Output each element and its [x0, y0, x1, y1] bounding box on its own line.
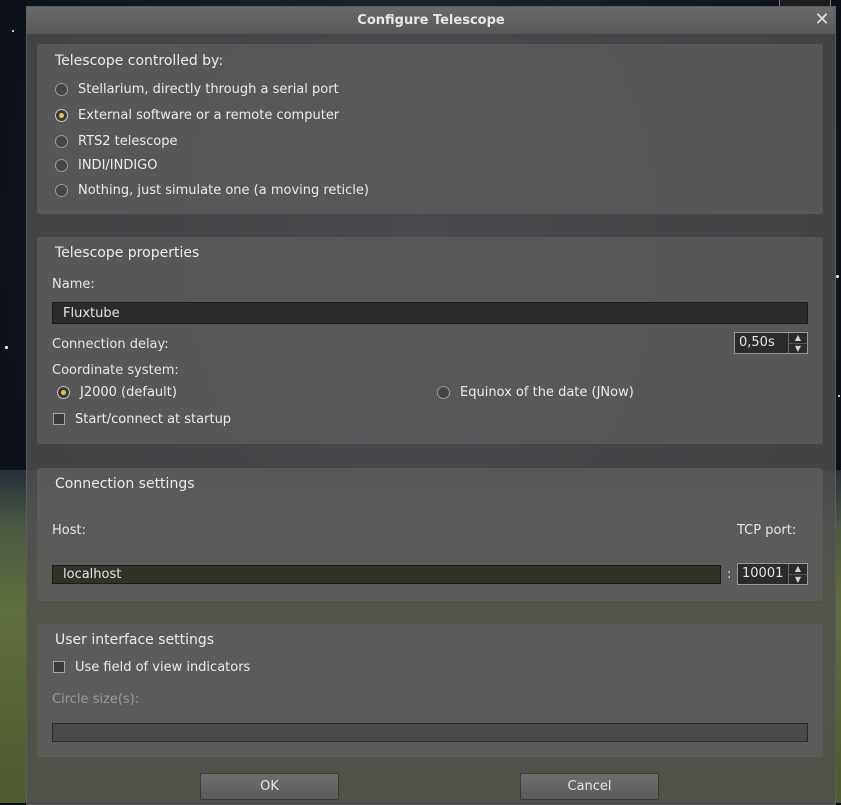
star: [838, 395, 840, 397]
radio-label: External software or a remote computer: [78, 107, 340, 123]
coordinate-system-label: Coordinate system:: [52, 363, 179, 378]
title-bar[interactable]: Configure Telescope ✕: [27, 7, 835, 34]
chevron-down-icon[interactable]: ▼: [789, 575, 807, 585]
group-controlled-by: Telescope controlled by: Stellarium, dir…: [37, 44, 823, 214]
dialog-title: Configure Telescope: [357, 13, 505, 28]
name-input[interactable]: [52, 302, 808, 324]
checkbox[interactable]: [53, 661, 65, 673]
tcp-port-label: TCP port:: [737, 523, 797, 538]
circle-size-input[interactable]: [52, 723, 808, 742]
radio-label: INDI/INDIGO: [78, 157, 158, 173]
chevron-up-icon[interactable]: ▲: [789, 333, 807, 344]
group-title-connection: Connection settings: [55, 476, 195, 492]
chevron-down-icon[interactable]: ▼: [789, 344, 807, 354]
tcp-port-spinbox[interactable]: 10001 ▲ ▼: [737, 563, 808, 585]
radio-rts2[interactable]: RTS2 telescope: [55, 131, 178, 151]
spin-arrows: ▲ ▼: [788, 564, 807, 584]
radio-button[interactable]: [55, 82, 68, 96]
radio-indi[interactable]: INDI/INDIGO: [55, 155, 158, 175]
spin-arrows: ▲ ▼: [788, 333, 807, 353]
group-title-ui: User interface settings: [55, 632, 215, 648]
radio-label: J2000 (default): [80, 384, 177, 400]
close-icon[interactable]: ✕: [813, 11, 831, 29]
configure-telescope-dialog: Configure Telescope ✕ Telescope controll…: [26, 6, 836, 805]
cancel-button[interactable]: Cancel: [520, 773, 659, 800]
checkbox-startup[interactable]: Start/connect at startup: [53, 409, 231, 429]
radio-j2000[interactable]: J2000 (default): [57, 382, 177, 402]
connection-delay-spinbox[interactable]: 0,50s ▲ ▼: [734, 332, 808, 354]
group-title-controlled-by: Telescope controlled by:: [55, 53, 224, 69]
checkbox-fov-indicators[interactable]: Use field of view indicators: [53, 657, 250, 677]
host-label: Host:: [52, 523, 86, 538]
host-port-separator: :: [727, 567, 732, 582]
name-label: Name:: [52, 277, 95, 292]
radio-button-selected[interactable]: [57, 385, 70, 399]
star: [5, 346, 8, 349]
checkbox[interactable]: [53, 413, 65, 425]
group-ui-settings: User interface settings Use field of vie…: [37, 624, 823, 757]
group-telescope-properties: Telescope properties Name: Connection de…: [37, 237, 823, 444]
checkbox-label: Start/connect at startup: [75, 411, 232, 427]
radio-button[interactable]: [437, 385, 450, 399]
star: [836, 275, 839, 278]
radio-button[interactable]: [55, 134, 68, 148]
radio-button[interactable]: [55, 158, 68, 172]
host-input[interactable]: [52, 565, 721, 584]
radio-label: Equinox of the date (JNow): [460, 384, 634, 400]
radio-label: Nothing, just simulate one (a moving ret…: [78, 182, 369, 198]
radio-label: RTS2 telescope: [78, 133, 178, 149]
connection-delay-label: Connection delay:: [52, 337, 169, 352]
group-title-properties: Telescope properties: [55, 245, 200, 261]
chevron-up-icon[interactable]: ▲: [789, 564, 807, 575]
radio-button-selected[interactable]: [55, 108, 68, 122]
circle-size-label: Circle size(s):: [52, 692, 140, 707]
tcp-port-value[interactable]: 10001: [738, 564, 788, 584]
radio-button[interactable]: [55, 183, 68, 197]
radio-external-software[interactable]: External software or a remote computer: [55, 105, 339, 125]
radio-serial-port[interactable]: Stellarium, directly through a serial po…: [55, 79, 339, 99]
connection-delay-value[interactable]: 0,50s: [735, 333, 788, 353]
radio-jnow[interactable]: Equinox of the date (JNow): [437, 382, 634, 402]
group-connection-settings: Connection settings Host: TCP port: : 10…: [37, 468, 823, 601]
radio-simulate[interactable]: Nothing, just simulate one (a moving ret…: [55, 180, 369, 200]
ok-button[interactable]: OK: [200, 773, 339, 800]
radio-label: Stellarium, directly through a serial po…: [78, 81, 339, 97]
checkbox-label: Use field of view indicators: [75, 659, 251, 675]
star: [12, 30, 14, 32]
